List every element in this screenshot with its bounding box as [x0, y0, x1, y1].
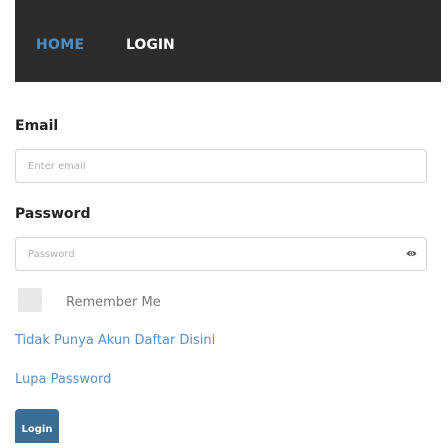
password-input[interactable]: [15, 237, 427, 271]
forgot-password-link[interactable]: Lupa Password: [15, 372, 111, 387]
eye-icon[interactable]: [406, 249, 417, 258]
password-label: Password: [15, 206, 91, 222]
login-button[interactable]: Login: [15, 409, 59, 443]
remember-me-checkbox[interactable]: [18, 288, 42, 312]
remember-me-label: Remember Me: [66, 295, 161, 310]
login-page: HOME LOGIN Email Password Remember Me Ti…: [0, 0, 448, 448]
register-link[interactable]: Tidak Punya Akun Daftar Disini: [15, 333, 215, 348]
login-button-label: Login: [21, 424, 53, 435]
nav-home-link[interactable]: HOME: [36, 37, 84, 53]
email-input[interactable]: [15, 149, 427, 183]
navbar: HOME LOGIN: [15, 0, 441, 82]
nav-login-link[interactable]: LOGIN: [126, 37, 175, 53]
email-label: Email: [15, 118, 59, 134]
